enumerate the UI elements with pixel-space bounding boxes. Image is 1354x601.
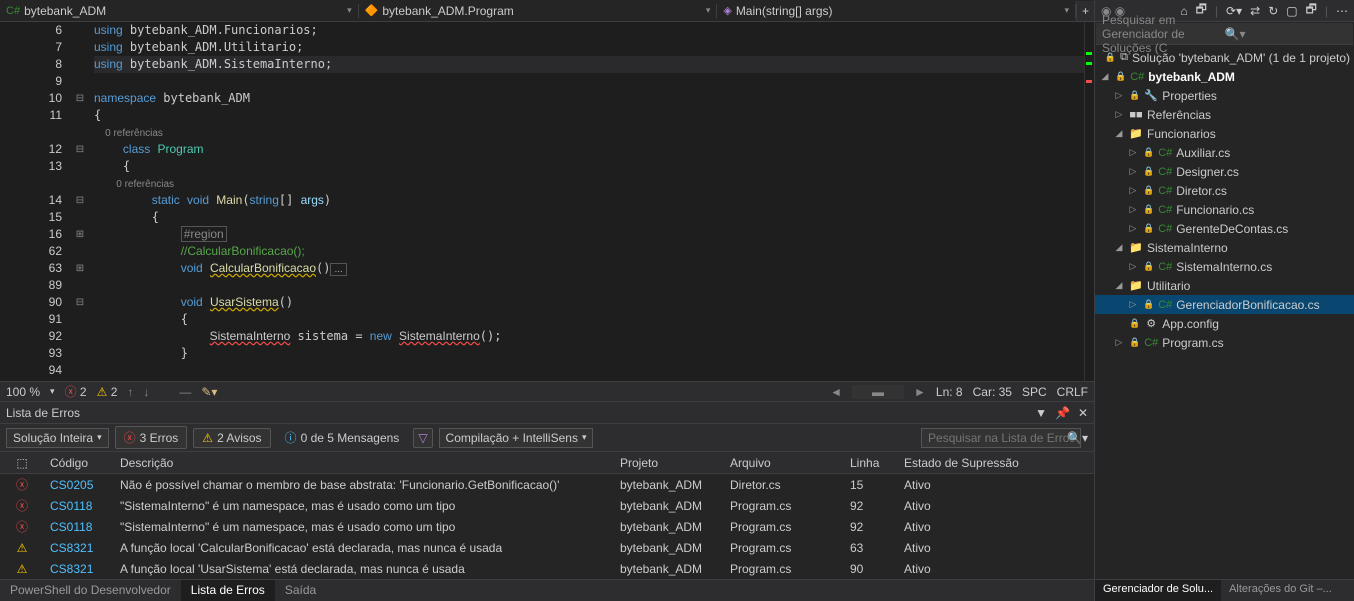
zoom-level[interactable]: 100 %	[6, 385, 40, 399]
col-proj-header[interactable]: Projeto	[614, 454, 724, 472]
minimap[interactable]	[1084, 22, 1094, 381]
error-row[interactable]: ⚠CS8321A função local 'UsarSistema' está…	[0, 558, 1094, 579]
tree-node[interactable]: ▷🔒C#Designer.cs	[1095, 162, 1354, 181]
tree-node[interactable]: ▷🔒🔧Properties	[1095, 86, 1354, 105]
nav-project[interactable]: C# bytebank_ADM ▾	[0, 4, 359, 18]
col-indicator[interactable]: Car: 35	[973, 385, 1012, 399]
more-icon[interactable]: ⋯	[1336, 4, 1348, 18]
filter-button[interactable]: ▽	[413, 428, 432, 448]
tab-powershell[interactable]: PowerShell do Desenvolvedor	[0, 580, 181, 601]
tree-node[interactable]: ▷🔒C#Program.cs	[1095, 333, 1354, 352]
solution-search[interactable]: Pesquisar em Gerenciador de Soluções (C …	[1096, 23, 1353, 45]
warnings-filter-button[interactable]: ⚠2 Avisos	[193, 428, 270, 448]
chevron-down-icon: ▾	[1064, 5, 1069, 16]
error-list-panel: Lista de Erros ▼ 📌 ✕ Solução Inteira▾ ⓧ3…	[0, 401, 1094, 579]
nav-project-label: bytebank_ADM	[24, 4, 106, 18]
error-row[interactable]: ⓧCS0118"SistemaInterno" é um namespace, …	[0, 495, 1094, 516]
tree-node[interactable]: ◢📁Funcionarios	[1095, 124, 1354, 143]
tree-node[interactable]: 🔒⧉Solução 'bytebank_ADM' (1 de 1 projeto…	[1095, 48, 1354, 67]
col-line-header[interactable]: Linha	[844, 454, 898, 472]
editor-status-bar: 100 % ▾ ⓧ 2 ⚠ 2 ↑ ↓ ― ✎▾ ◄ ▬ ► Ln: 8 Car…	[0, 381, 1094, 401]
pen-icon[interactable]: ✎▾	[201, 385, 217, 399]
tab-solution-explorer[interactable]: Gerenciador de Solu...	[1095, 580, 1221, 601]
lineending-indicator[interactable]: CRLF	[1057, 385, 1088, 399]
add-tab-button[interactable]: +	[1076, 1, 1094, 21]
error-row[interactable]: ⓧCS0118"SistemaInterno" é um namespace, …	[0, 516, 1094, 537]
tab-error-list[interactable]: Lista de Erros	[181, 580, 275, 601]
chevron-down-icon: ▾	[706, 5, 711, 16]
nav-down-icon[interactable]: ↓	[143, 385, 149, 399]
properties-icon[interactable]: 🗗	[1306, 0, 1317, 21]
tree-node[interactable]: ▷🔒C#GerenteDeContas.cs	[1095, 219, 1354, 238]
error-search-input[interactable]	[921, 428, 1081, 448]
tree-node[interactable]: ▷🔒C#Funcionario.cs	[1095, 200, 1354, 219]
errors-filter-button[interactable]: ⓧ3 Erros	[115, 426, 188, 449]
col-code-header[interactable]: Código	[44, 454, 114, 472]
tree-node[interactable]: ◢🔒C#bytebank_ADM	[1095, 67, 1354, 86]
collapse-icon[interactable]: ⇄	[1250, 4, 1260, 18]
line-indicator[interactable]: Ln: 8	[936, 385, 963, 399]
pin-icon[interactable]: 📌	[1055, 406, 1070, 420]
line-gutter: 678💡9101112131415166263899091929394	[0, 22, 70, 381]
sync-icon[interactable]: ⟳▾	[1226, 4, 1242, 18]
tree-node[interactable]: ▷■■Referências	[1095, 105, 1354, 124]
messages-filter-button[interactable]: ⓘ0 de 5 Mensagens	[277, 427, 408, 448]
chevron-down-icon: ▾	[347, 5, 352, 16]
dropdown-icon[interactable]: ▼	[1035, 406, 1047, 420]
fold-column[interactable]: ⊟⊟⊟⊞⊞⊟	[70, 22, 90, 381]
tree-node[interactable]: ▷🔒C#Diretor.cs	[1095, 181, 1354, 200]
tree-node[interactable]: ▷🔒C#Auxiliar.cs	[1095, 143, 1354, 162]
code-content[interactable]: using bytebank_ADM.Funcionarios;using by…	[90, 22, 1084, 381]
tree-node[interactable]: ◢📁SistemaInterno	[1095, 238, 1354, 257]
error-row[interactable]: ⚠CS8321A função local 'CalcularBonificac…	[0, 537, 1094, 558]
col-state-header[interactable]: Estado de Supressão	[898, 454, 1028, 472]
spaces-indicator[interactable]: SPC	[1022, 385, 1047, 399]
tree-node[interactable]: ▷🔒C#SistemaInterno.cs	[1095, 257, 1354, 276]
navigation-bar: C# bytebank_ADM ▾ 🔶 bytebank_ADM.Program…	[0, 0, 1094, 22]
class-icon: 🔶	[365, 4, 379, 17]
nav-method[interactable]: ◈ Main(string[] args) ▾	[717, 4, 1076, 18]
close-icon[interactable]: ✕	[1078, 406, 1088, 420]
search-icon[interactable]: 🔍▾	[1067, 431, 1088, 445]
code-editor[interactable]: 678💡9101112131415166263899091929394 ⊟⊟⊟⊞…	[0, 22, 1094, 381]
tree-node[interactable]: 🔒⚙App.config	[1095, 314, 1354, 333]
bottom-tab-bar: PowerShell do Desenvolvedor Lista de Err…	[0, 579, 1094, 601]
tab-git-changes[interactable]: Alterações do Git –...	[1221, 580, 1340, 601]
search-icon: 🔍▾	[1225, 27, 1348, 41]
showall-icon[interactable]: ▢	[1286, 4, 1297, 18]
col-desc-header[interactable]: Descrição	[114, 454, 614, 472]
col-file-header[interactable]: Arquivo	[724, 454, 844, 472]
warning-count-icon[interactable]: ⚠ 2	[97, 385, 118, 399]
method-icon: ◈	[723, 4, 731, 17]
col-icon-header[interactable]: ⬚	[0, 454, 44, 472]
error-list-title: Lista de Erros	[6, 406, 80, 420]
nav-class[interactable]: 🔶 bytebank_ADM.Program ▾	[359, 4, 718, 18]
nav-up-icon[interactable]: ↑	[127, 385, 133, 399]
nav-class-label: bytebank_ADM.Program	[382, 4, 513, 18]
error-row[interactable]: ⓧCS0205Não é possível chamar o membro de…	[0, 474, 1094, 495]
refresh-icon[interactable]: ↻	[1268, 4, 1278, 18]
tab-output[interactable]: Saída	[275, 580, 326, 601]
error-table-header: ⬚ Código Descrição Projeto Arquivo Linha…	[0, 452, 1094, 474]
solution-tree[interactable]: 🔒⧉Solução 'bytebank_ADM' (1 de 1 projeto…	[1095, 46, 1354, 579]
solution-explorer: ◉ ◉ ⌂ 🗗 | ⟳▾ ⇄ ↻ ▢ 🗗 | ⋯ Pesquisar em Ge…	[1094, 0, 1354, 601]
nav-method-label: Main(string[] args)	[736, 4, 833, 18]
error-count-icon[interactable]: ⓧ 2	[65, 383, 87, 400]
tree-node[interactable]: ◢📁Utilitario	[1095, 276, 1354, 295]
scope-dropdown[interactable]: Solução Inteira▾	[6, 428, 109, 448]
csharp-icon: C#	[6, 5, 20, 17]
tree-node[interactable]: ▷🔒C#GerenciadorBonificacao.cs	[1095, 295, 1354, 314]
build-intellisense-dropdown[interactable]: Compilação + IntelliSens▾	[439, 428, 594, 448]
